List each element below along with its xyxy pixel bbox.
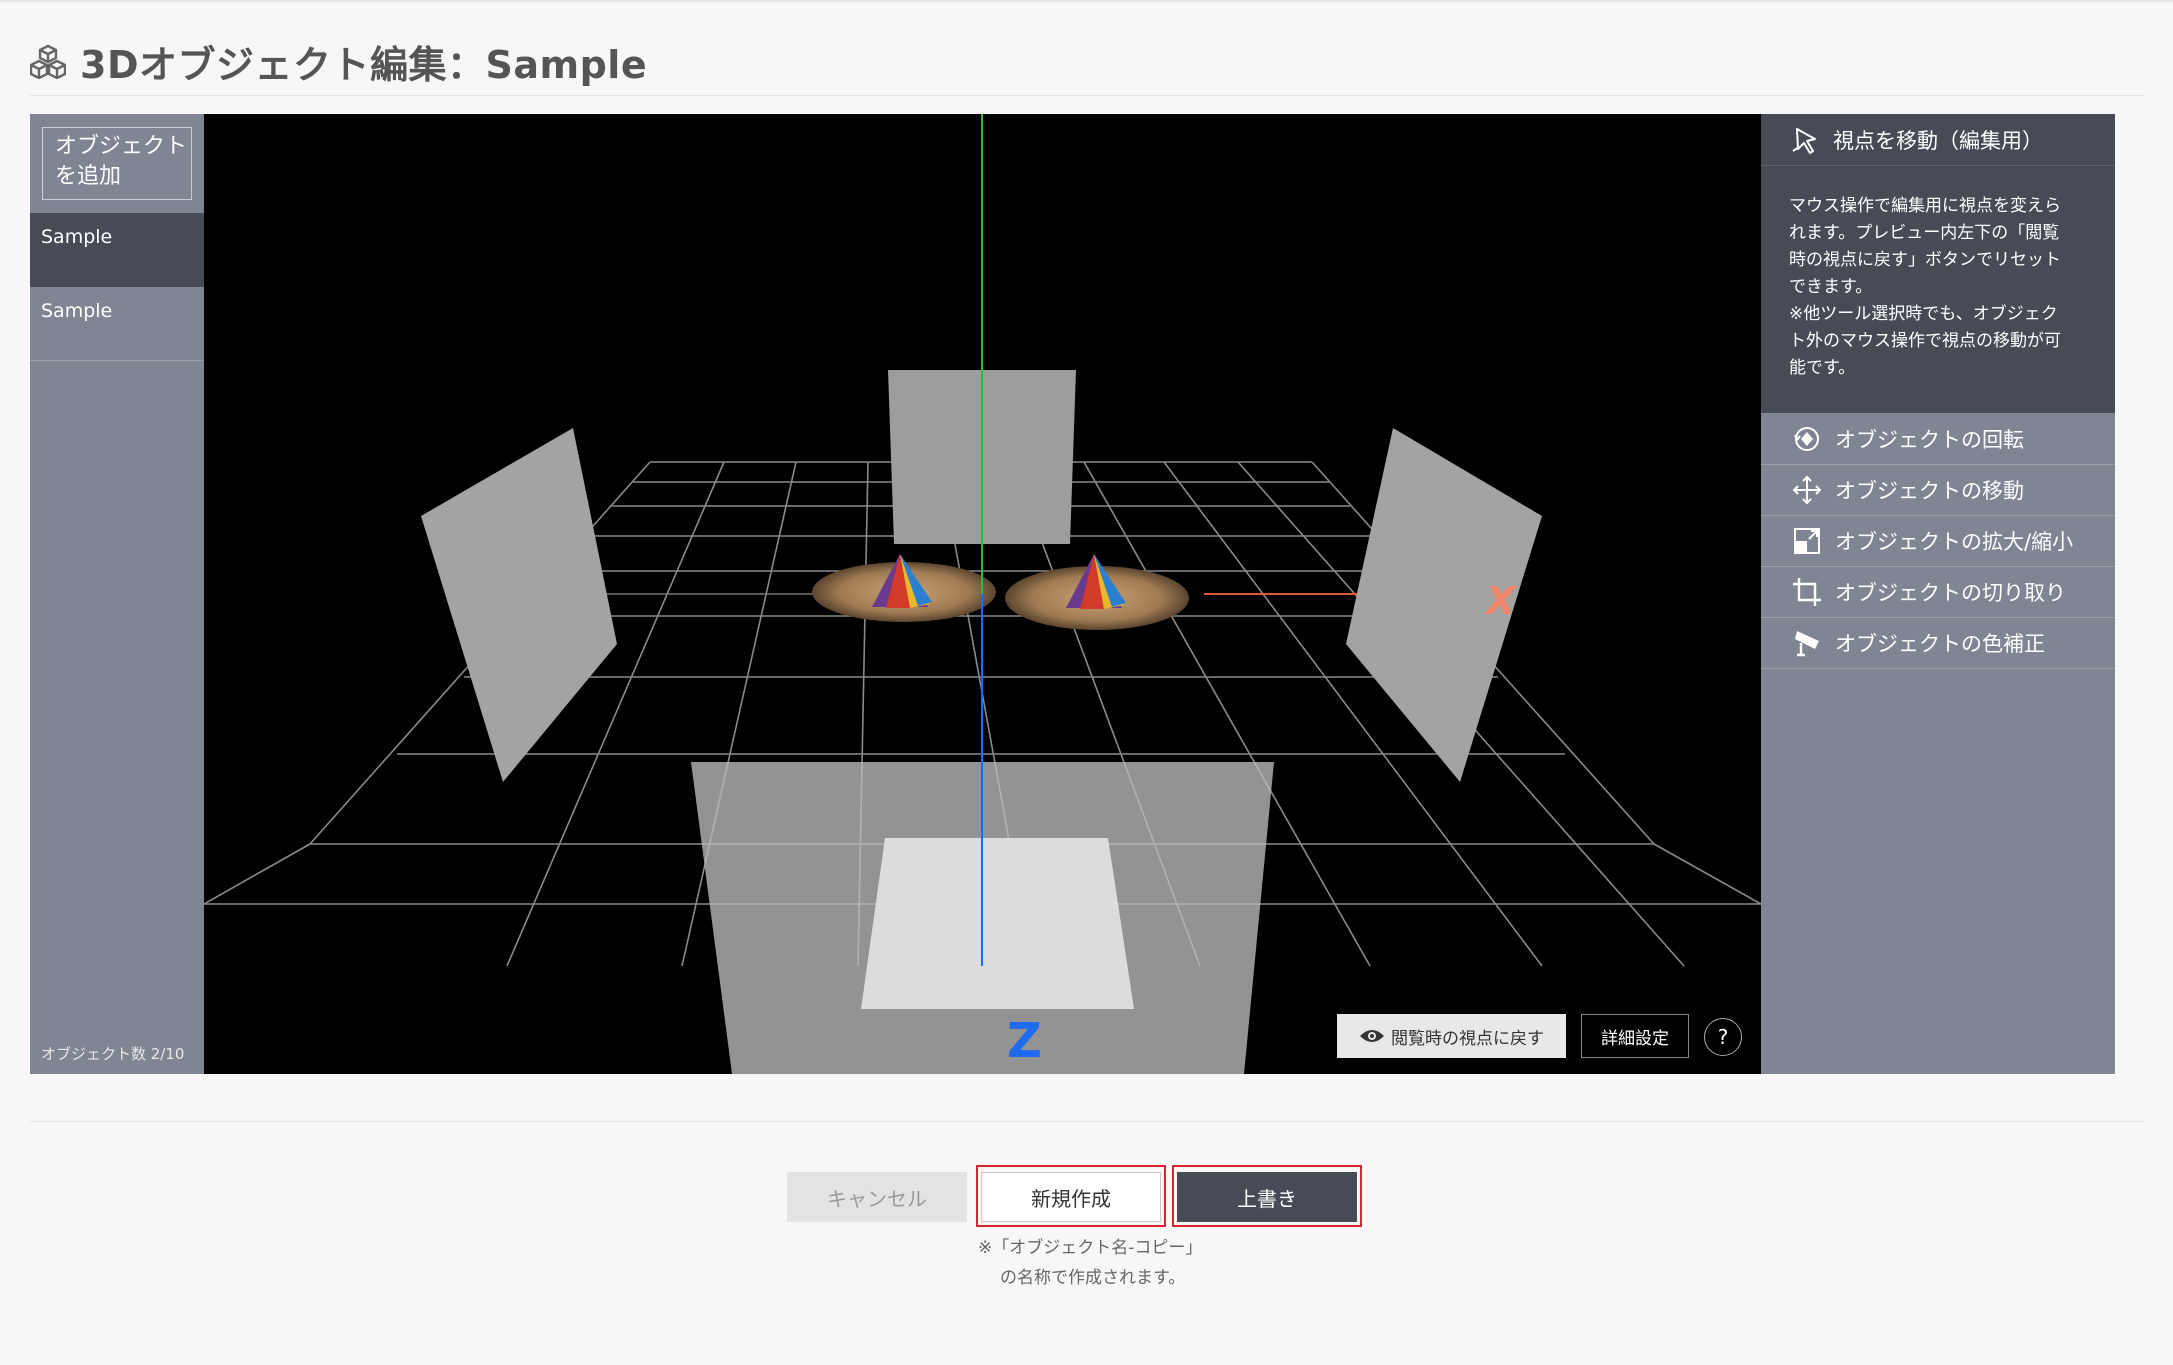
description-line: れます。プレビュー内左下の「閲覧 bbox=[1789, 223, 2060, 243]
axis-z-label: Z bbox=[1007, 1013, 1042, 1069]
crop-icon bbox=[1793, 578, 1821, 606]
color-correct-icon bbox=[1795, 631, 1819, 657]
tool-rotate-label: オブジェクトの回転 bbox=[1835, 428, 2024, 452]
note-line: の名称で作成されます。 bbox=[1000, 1268, 1186, 1288]
object-sample-2[interactable] bbox=[1005, 554, 1189, 630]
create-new-button[interactable]: 新規作成 bbox=[981, 1172, 1161, 1222]
tool-move-view-label: 視点を移動（編集用） bbox=[1833, 128, 2043, 153]
object-item-label: Sample bbox=[41, 226, 113, 248]
eye-icon bbox=[1360, 1030, 1384, 1042]
note-line: ※「オブジェクト名-コピー」 bbox=[978, 1238, 1203, 1258]
description-line: できます。 bbox=[1789, 277, 1873, 297]
tool-crop[interactable]: オブジェクトの切り取り bbox=[1761, 567, 2115, 618]
footer-divider bbox=[30, 1121, 2144, 1122]
overwrite-button[interactable]: 上書き bbox=[1177, 1172, 1357, 1222]
left-wall[interactable] bbox=[421, 428, 617, 782]
move-icon bbox=[1792, 475, 1822, 505]
page-header: 3Dオブジェクト編集：Sample bbox=[30, 36, 648, 87]
help-button[interactable]: ? bbox=[1704, 1018, 1742, 1056]
cubes-icon bbox=[30, 44, 66, 79]
floor-tile[interactable] bbox=[861, 838, 1134, 1009]
3d-viewport[interactable]: X Z 閲覧時の視点に戻す 詳細設定 ? bbox=[204, 114, 1761, 1074]
tool-move[interactable]: オブジェクトの移動 bbox=[1761, 465, 2115, 516]
cursor-icon bbox=[1792, 127, 1816, 154]
description-line: マウス操作で編集用に視点を変えら bbox=[1789, 196, 2061, 216]
tool-color-correct-label: オブジェクトの色補正 bbox=[1835, 632, 2045, 656]
detail-settings-button[interactable]: 詳細設定 bbox=[1581, 1014, 1689, 1058]
object-list-item[interactable]: Sample bbox=[30, 287, 204, 361]
page-title: 3Dオブジェクト編集：Sample bbox=[80, 42, 648, 87]
object-panel: オブジェクト を追加 Sample Sample オブジェクト数 2/10 bbox=[30, 114, 204, 1074]
tool-color-correct[interactable]: オブジェクトの色補正 bbox=[1761, 618, 2115, 669]
reset-view-button[interactable]: 閲覧時の視点に戻す bbox=[1337, 1014, 1566, 1058]
add-object-label-line2: を追加 bbox=[55, 164, 122, 189]
tool-scale-label: オブジェクトの拡大/縮小 bbox=[1835, 530, 2074, 554]
add-object-label-line1: オブジェクト bbox=[55, 134, 188, 159]
description-line: 時の視点に戻す」ボタンでリセット bbox=[1789, 250, 2061, 270]
tool-panel: 視点を移動（編集用） マウス操作で編集用に視点を変えら れます。プレビュー内左下… bbox=[1761, 114, 2115, 1074]
tool-move-label: オブジェクトの移動 bbox=[1835, 479, 2024, 503]
object-list-item[interactable]: Sample bbox=[30, 213, 204, 287]
object-sample-1[interactable] bbox=[812, 554, 996, 622]
copy-name-note: ※「オブジェクト名-コピー」 の名称で作成されます。 bbox=[978, 1233, 1202, 1293]
tool-rotate[interactable]: オブジェクトの回転 bbox=[1761, 414, 2115, 465]
object-count: オブジェクト数 2/10 bbox=[41, 1045, 185, 1063]
3d-scene[interactable]: X Z bbox=[204, 114, 1761, 1074]
top-border bbox=[0, 0, 2173, 2]
add-object-button[interactable]: オブジェクト を追加 bbox=[42, 127, 192, 200]
tool-scale[interactable]: オブジェクトの拡大/縮小 bbox=[1761, 516, 2115, 567]
object-item-label: Sample bbox=[41, 300, 113, 322]
header-divider bbox=[30, 95, 2144, 96]
description-line: 能です。 bbox=[1789, 358, 1856, 378]
axis-x-label: X bbox=[1484, 579, 1517, 623]
rotate-icon bbox=[1794, 427, 1819, 451]
reset-view-label: 閲覧時の視点に戻す bbox=[1391, 1028, 1544, 1049]
tool-move-view[interactable]: 視点を移動（編集用） bbox=[1761, 114, 2115, 165]
tool-description: マウス操作で編集用に視点を変えら れます。プレビュー内左下の「閲覧 時の視点に戻… bbox=[1761, 165, 2115, 413]
description-line: ※他ツール選択時でも、オブジェク bbox=[1789, 304, 2058, 324]
tool-crop-label: オブジェクトの切り取り bbox=[1835, 581, 2066, 605]
editor: オブジェクト を追加 Sample Sample オブジェクト数 2/10 X … bbox=[30, 114, 2115, 1074]
cancel-button[interactable]: キャンセル bbox=[787, 1172, 967, 1222]
scale-icon bbox=[1794, 528, 1820, 554]
description-line: ト外のマウス操作で視点の移動が可 bbox=[1789, 331, 2061, 351]
